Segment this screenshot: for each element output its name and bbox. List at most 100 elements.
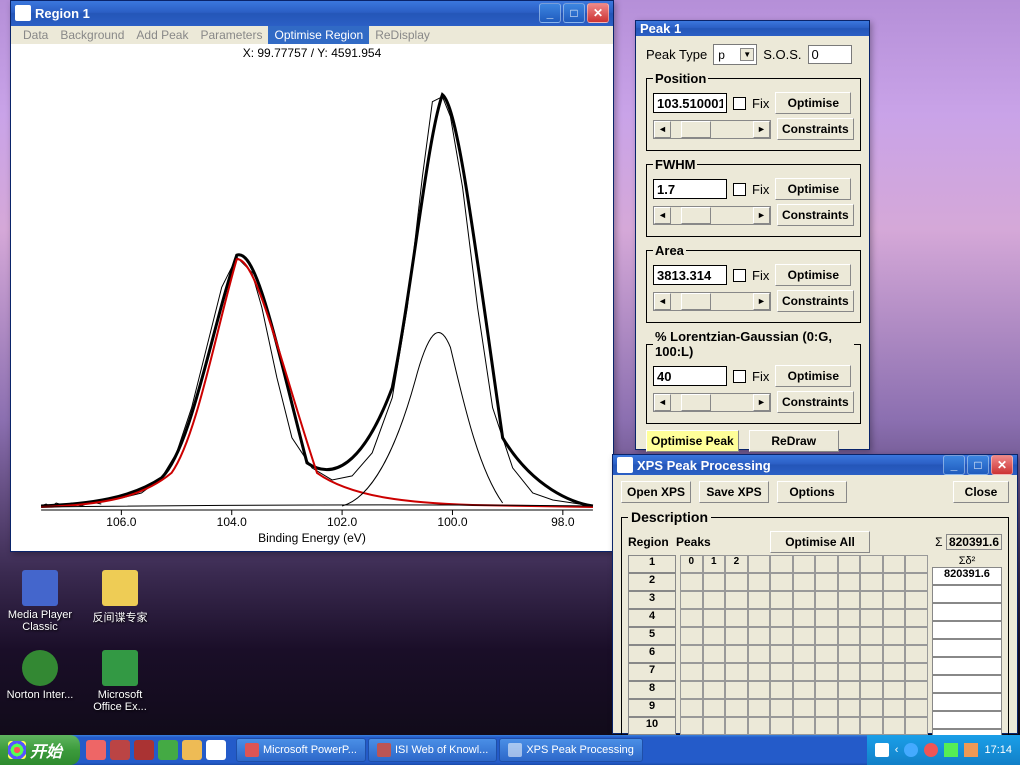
lg-optimise-button[interactable]: Optimise [775, 365, 851, 387]
peak-col-2[interactable]: 2 [725, 555, 748, 573]
tray-icon-2[interactable] [904, 743, 918, 757]
menu-optimise-region[interactable]: Optimise Region [268, 26, 369, 44]
position-optimise-button[interactable]: Optimise [775, 92, 851, 114]
raw-data-trace [41, 97, 593, 506]
task-items: Microsoft PowerP... ISI Web of Knowl... … [232, 738, 867, 762]
desktop-icon-norton[interactable]: Norton Inter... [5, 650, 75, 701]
area-constraints-button[interactable]: Constraints [777, 290, 854, 312]
desktop-icon-mpc[interactable]: Media Player Classic [5, 570, 75, 633]
task-item-xps[interactable]: XPS Peak Processing [499, 738, 643, 762]
maximize-button[interactable]: □ [563, 3, 585, 23]
description-group: Description Region Peaks Optimise All Σ … [621, 509, 1009, 754]
app-icon [617, 457, 633, 473]
peak-titlebar[interactable]: Peak 1 [636, 21, 869, 36]
region-titlebar[interactable]: Region 1 _ □ ✕ [11, 1, 613, 26]
tray-icon-3[interactable] [924, 743, 938, 757]
task-item-isi[interactable]: ISI Web of Knowl... [368, 738, 497, 762]
tray-icon-5[interactable] [964, 743, 978, 757]
spectrum-chart: 106.0 104.0 102.0 100.0 98.0 Binding Ene… [11, 44, 613, 551]
minimize-button[interactable]: _ [943, 455, 965, 475]
desktop-icon-excel[interactable]: Microsoft Office Ex... [85, 650, 155, 713]
ql-icon-1[interactable] [86, 740, 106, 760]
sos-label: S.O.S. [763, 47, 801, 62]
region-title: Region 1 [35, 6, 539, 21]
clock[interactable]: 17:14 [984, 744, 1012, 756]
optimise-all-button[interactable]: Optimise All [770, 531, 870, 553]
xps-title: XPS Peak Processing [637, 458, 943, 473]
region-row-4[interactable]: 4 [628, 609, 676, 627]
start-button[interactable]: 开始 [0, 735, 80, 765]
ql-icon-2[interactable] [110, 740, 130, 760]
peak-title: Peak 1 [640, 21, 865, 36]
xps-titlebar[interactable]: XPS Peak Processing _ □ ✕ [613, 455, 1017, 475]
peak-col-0[interactable]: 0 [680, 555, 703, 573]
fwhm-fix-checkbox[interactable] [733, 183, 746, 196]
windows-logo-icon [8, 741, 26, 759]
peak-type-select[interactable]: p [713, 44, 757, 65]
ql-icon-4[interactable] [158, 740, 178, 760]
fwhm-optimise-button[interactable]: Optimise [775, 178, 851, 200]
close-button[interactable]: ✕ [587, 3, 609, 23]
peak-col-1[interactable]: 1 [703, 555, 726, 573]
position-group: Position Fix Optimise ◄► Constraints [646, 71, 861, 151]
peak-type-label: Peak Type [646, 47, 707, 62]
area-fix-checkbox[interactable] [733, 269, 746, 282]
area-slider[interactable]: ◄► [653, 292, 771, 311]
maximize-button[interactable]: □ [967, 455, 989, 475]
region-row-2[interactable]: 2 [628, 573, 676, 591]
region-window: Region 1 _ □ ✕ Data Background Add Peak … [10, 0, 614, 552]
position-fix-checkbox[interactable] [733, 97, 746, 110]
position-input[interactable] [653, 93, 727, 113]
close-button[interactable]: ✕ [991, 455, 1013, 475]
region-row-1[interactable]: 1 [628, 555, 676, 573]
position-slider[interactable]: ◄► [653, 120, 771, 139]
peaks-grid: 0 1 2 [680, 555, 928, 735]
region-row-9[interactable]: 9 [628, 699, 676, 717]
tray-icon-1[interactable] [875, 743, 889, 757]
area-optimise-button[interactable]: Optimise [775, 264, 851, 286]
menu-data[interactable]: Data [17, 26, 54, 44]
excel-icon [102, 650, 138, 686]
menu-parameters[interactable]: Parameters [194, 26, 268, 44]
region-row-5[interactable]: 5 [628, 627, 676, 645]
svg-text:106.0: 106.0 [106, 515, 136, 529]
area-input[interactable] [653, 265, 727, 285]
lg-input[interactable] [653, 366, 727, 386]
svg-text:104.0: 104.0 [217, 515, 247, 529]
save-xps-button[interactable]: Save XPS [699, 481, 769, 503]
sigma-header: Σδ² [932, 555, 1002, 567]
region-column: 1 2 3 4 5 6 7 8 9 10 [628, 555, 676, 735]
region-row-8[interactable]: 8 [628, 681, 676, 699]
lg-fix-checkbox[interactable] [733, 370, 746, 383]
xps-icon [508, 743, 522, 757]
tray-icon-4[interactable] [944, 743, 958, 757]
region-row-10[interactable]: 10 [628, 717, 676, 735]
ql-icon-6[interactable] [206, 740, 226, 760]
lg-slider[interactable]: ◄► [653, 393, 771, 412]
position-constraints-button[interactable]: Constraints [777, 118, 854, 140]
minimize-button[interactable]: _ [539, 3, 561, 23]
task-item-powerpoint[interactable]: Microsoft PowerP... [236, 738, 366, 762]
ql-icon-3[interactable] [134, 740, 154, 760]
redraw-button[interactable]: ReDraw [749, 430, 839, 452]
optimise-peak-button[interactable]: Optimise Peak [646, 430, 739, 452]
lg-constraints-button[interactable]: Constraints [777, 391, 854, 413]
fwhm-constraints-button[interactable]: Constraints [777, 204, 854, 226]
chart-area[interactable]: X: 99.77757 / Y: 4591.954 106.0 104.0 10… [11, 44, 613, 551]
region-row-7[interactable]: 7 [628, 663, 676, 681]
open-xps-button[interactable]: Open XPS [621, 481, 691, 503]
menu-addpeak[interactable]: Add Peak [130, 26, 194, 44]
sos-input[interactable] [808, 45, 852, 64]
options-button[interactable]: Options [777, 481, 847, 503]
region-row-3[interactable]: 3 [628, 591, 676, 609]
menu-redisplay[interactable]: ReDisplay [369, 26, 436, 44]
ql-icon-5[interactable] [182, 740, 202, 760]
envelope-trace [41, 95, 593, 506]
antispy-icon [102, 570, 138, 606]
menu-background[interactable]: Background [54, 26, 130, 44]
region-row-6[interactable]: 6 [628, 645, 676, 663]
desktop-icon-antispy[interactable]: 反间谍专家 [85, 570, 155, 625]
close-xps-button[interactable]: Close [953, 481, 1009, 503]
fwhm-input[interactable] [653, 179, 727, 199]
fwhm-slider[interactable]: ◄► [653, 206, 771, 225]
